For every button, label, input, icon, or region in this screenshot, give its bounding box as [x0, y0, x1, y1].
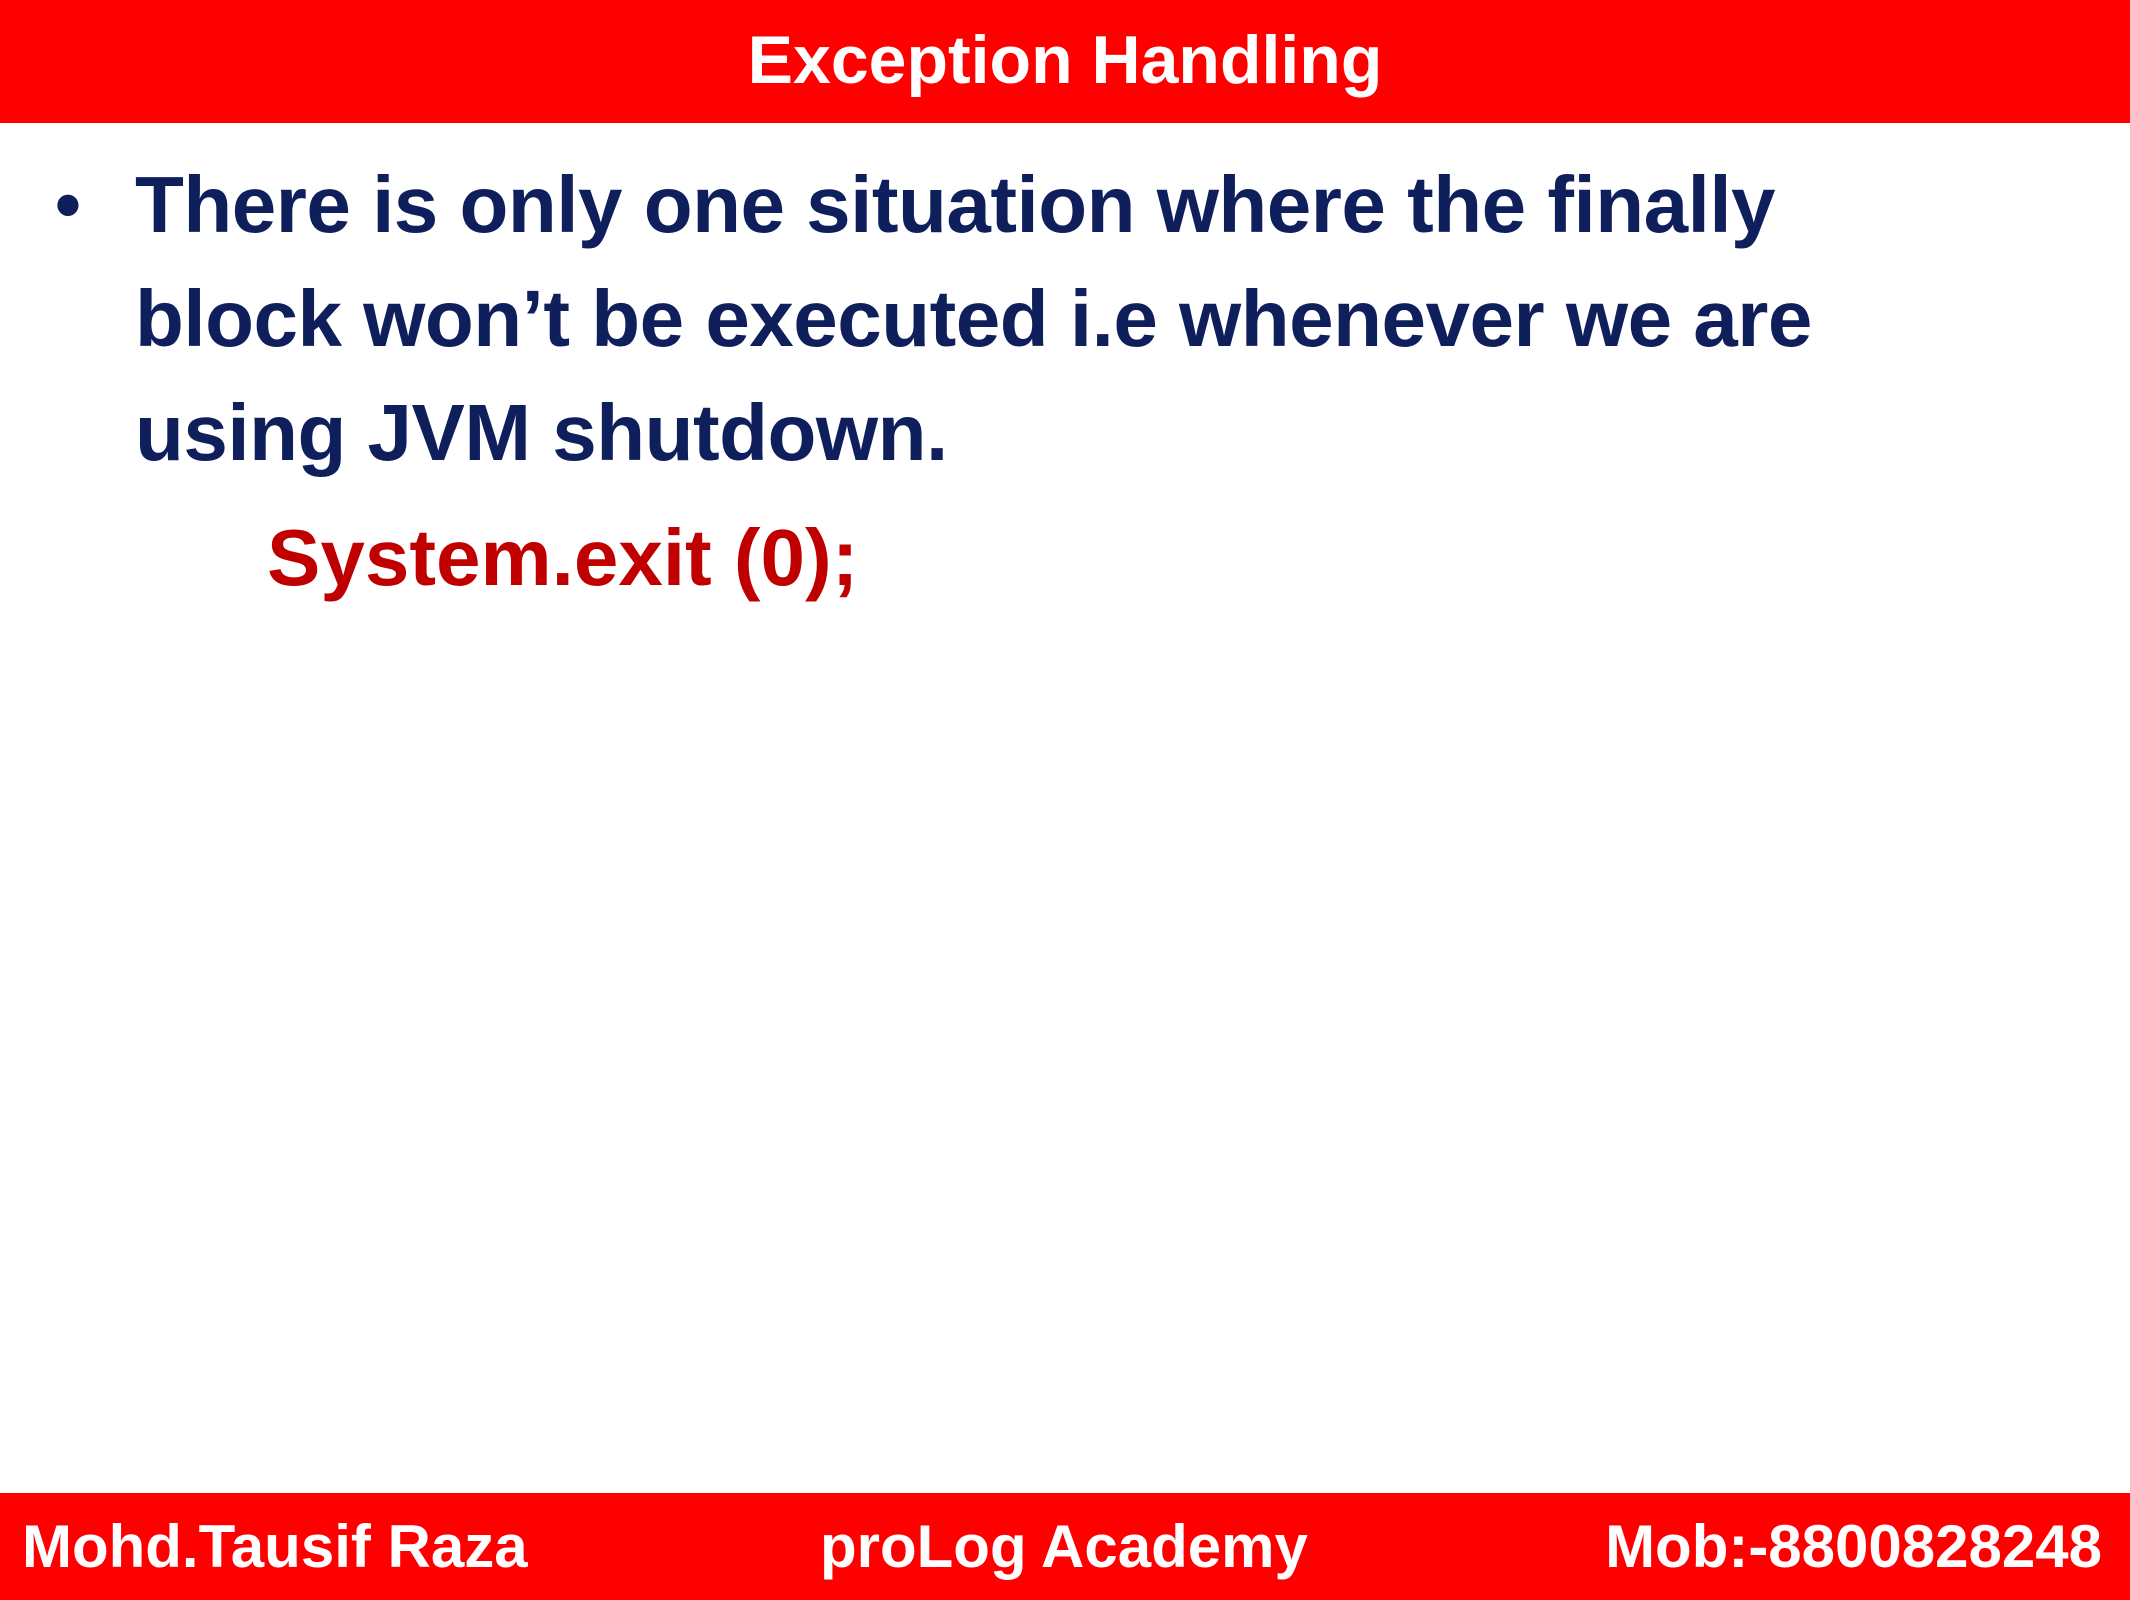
slide-title: Exception Handling [747, 21, 1383, 98]
footer-organization: proLog Academy [820, 1513, 1308, 1580]
slide-header-bar: Exception Handling [0, 0, 2130, 123]
slide-content: • There is only one situation where the … [0, 123, 2130, 1493]
footer-author: Mohd.Tausif Raza [22, 1513, 528, 1580]
slide-footer-bar: Mohd.Tausif Raza proLog Academy Mob:-880… [0, 1493, 2130, 1600]
code-snippet: System.exit (0); [267, 513, 859, 602]
bullet-icon: • [55, 163, 81, 246]
bullet-item: • There is only one situation where the … [55, 148, 1995, 490]
bullet-text: There is only one situation where the fi… [135, 160, 1812, 477]
footer-mobile: Mob:-8800828248 [1605, 1513, 2102, 1580]
